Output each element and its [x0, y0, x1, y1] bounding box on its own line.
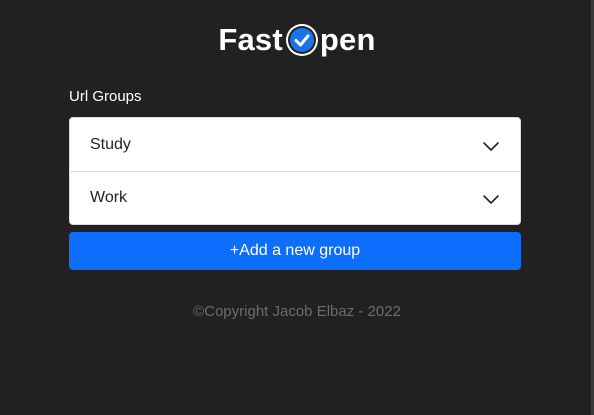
url-groups-accordion: Study Work: [69, 117, 521, 225]
check-circle-icon: [285, 23, 319, 57]
copyright-footer: ©Copyright Jacob Elbaz - 2022: [193, 303, 401, 320]
chevron-down-icon: [482, 192, 500, 204]
group-item-label: Study: [90, 135, 131, 153]
chevron-down-icon: [482, 139, 500, 151]
logo-text-suffix: pen: [319, 22, 376, 57]
group-item-label: Work: [90, 189, 128, 206]
logo-text-prefix: Fast: [218, 22, 283, 57]
add-group-button[interactable]: +Add a new group: [69, 232, 521, 270]
url-groups-heading: Url Groups: [69, 88, 142, 105]
app-logo: Fast pen: [0, 18, 594, 62]
group-item-study[interactable]: Study: [70, 118, 520, 171]
group-item-work[interactable]: Work: [70, 171, 520, 224]
